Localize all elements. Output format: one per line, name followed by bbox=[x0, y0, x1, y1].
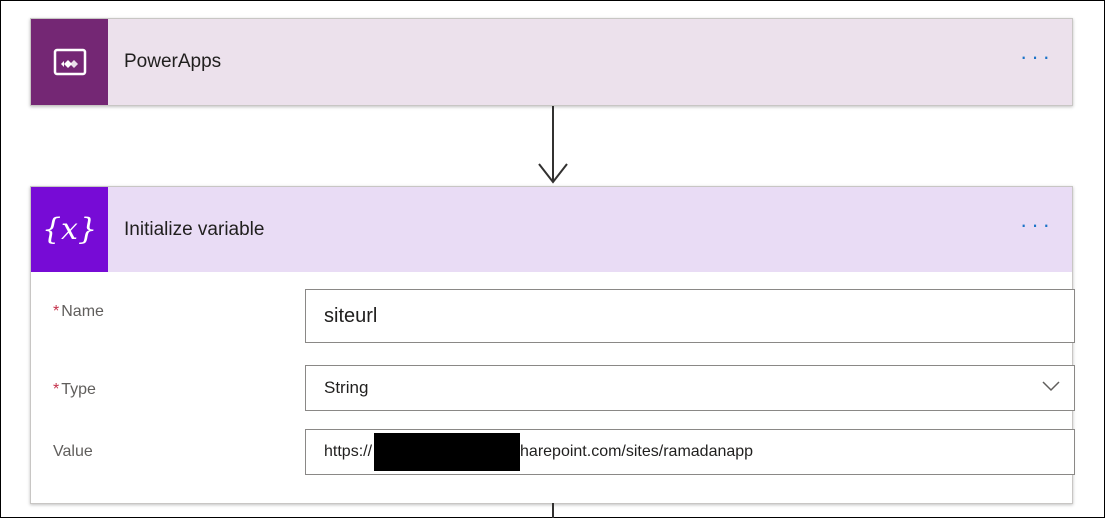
init-card-header[interactable]: {x} Initialize variable ··· bbox=[31, 187, 1072, 272]
required-mark: * bbox=[53, 381, 60, 398]
value-prefix-text: https:// bbox=[324, 443, 373, 460]
arrow-down-icon bbox=[538, 163, 568, 184]
powerapps-icon bbox=[53, 48, 86, 76]
type-select-value: String bbox=[324, 378, 369, 397]
value-field-row: Value https:// harepoint.com/sites/ramad… bbox=[53, 429, 1075, 477]
name-field-row: * Name siteurl bbox=[53, 287, 1075, 343]
init-more-options-button[interactable]: ··· bbox=[1020, 214, 1054, 236]
powerapps-more-options-button[interactable]: ··· bbox=[1020, 46, 1054, 68]
required-mark: * bbox=[53, 303, 60, 320]
value-suffix-text: harepoint.com/sites/ramadanapp bbox=[520, 443, 754, 460]
value-input[interactable]: https:// harepoint.com/sites/ramadanapp bbox=[305, 429, 1075, 475]
init-card-title: Initialize variable bbox=[124, 218, 265, 240]
chevron-down-icon[interactable] bbox=[1042, 379, 1060, 393]
name-input[interactable]: siteurl bbox=[305, 289, 1075, 343]
name-label-text: Name bbox=[61, 303, 104, 320]
type-field-row: * Type String bbox=[53, 365, 1075, 413]
powerapps-trigger-card[interactable]: PowerApps ··· bbox=[30, 18, 1073, 106]
type-label-text: Type bbox=[61, 381, 96, 398]
powerapps-tile bbox=[31, 19, 108, 105]
name-label: * Name bbox=[53, 303, 104, 321]
name-input-value: siteurl bbox=[324, 304, 378, 327]
variable-tile: {x} bbox=[31, 187, 108, 272]
redaction-block bbox=[374, 433, 521, 471]
variable-icon: {x} bbox=[41, 212, 98, 247]
initialize-variable-card[interactable]: {x} Initialize variable ··· * Name siteur… bbox=[30, 186, 1075, 504]
type-label: * Type bbox=[53, 381, 96, 399]
powerapps-card-header[interactable]: PowerApps ··· bbox=[31, 19, 1072, 105]
powerapps-card-title: PowerApps bbox=[124, 51, 222, 72]
value-label: Value bbox=[53, 443, 93, 460]
connector-line-bottom bbox=[552, 503, 554, 518]
type-select[interactable]: String bbox=[305, 365, 1075, 411]
